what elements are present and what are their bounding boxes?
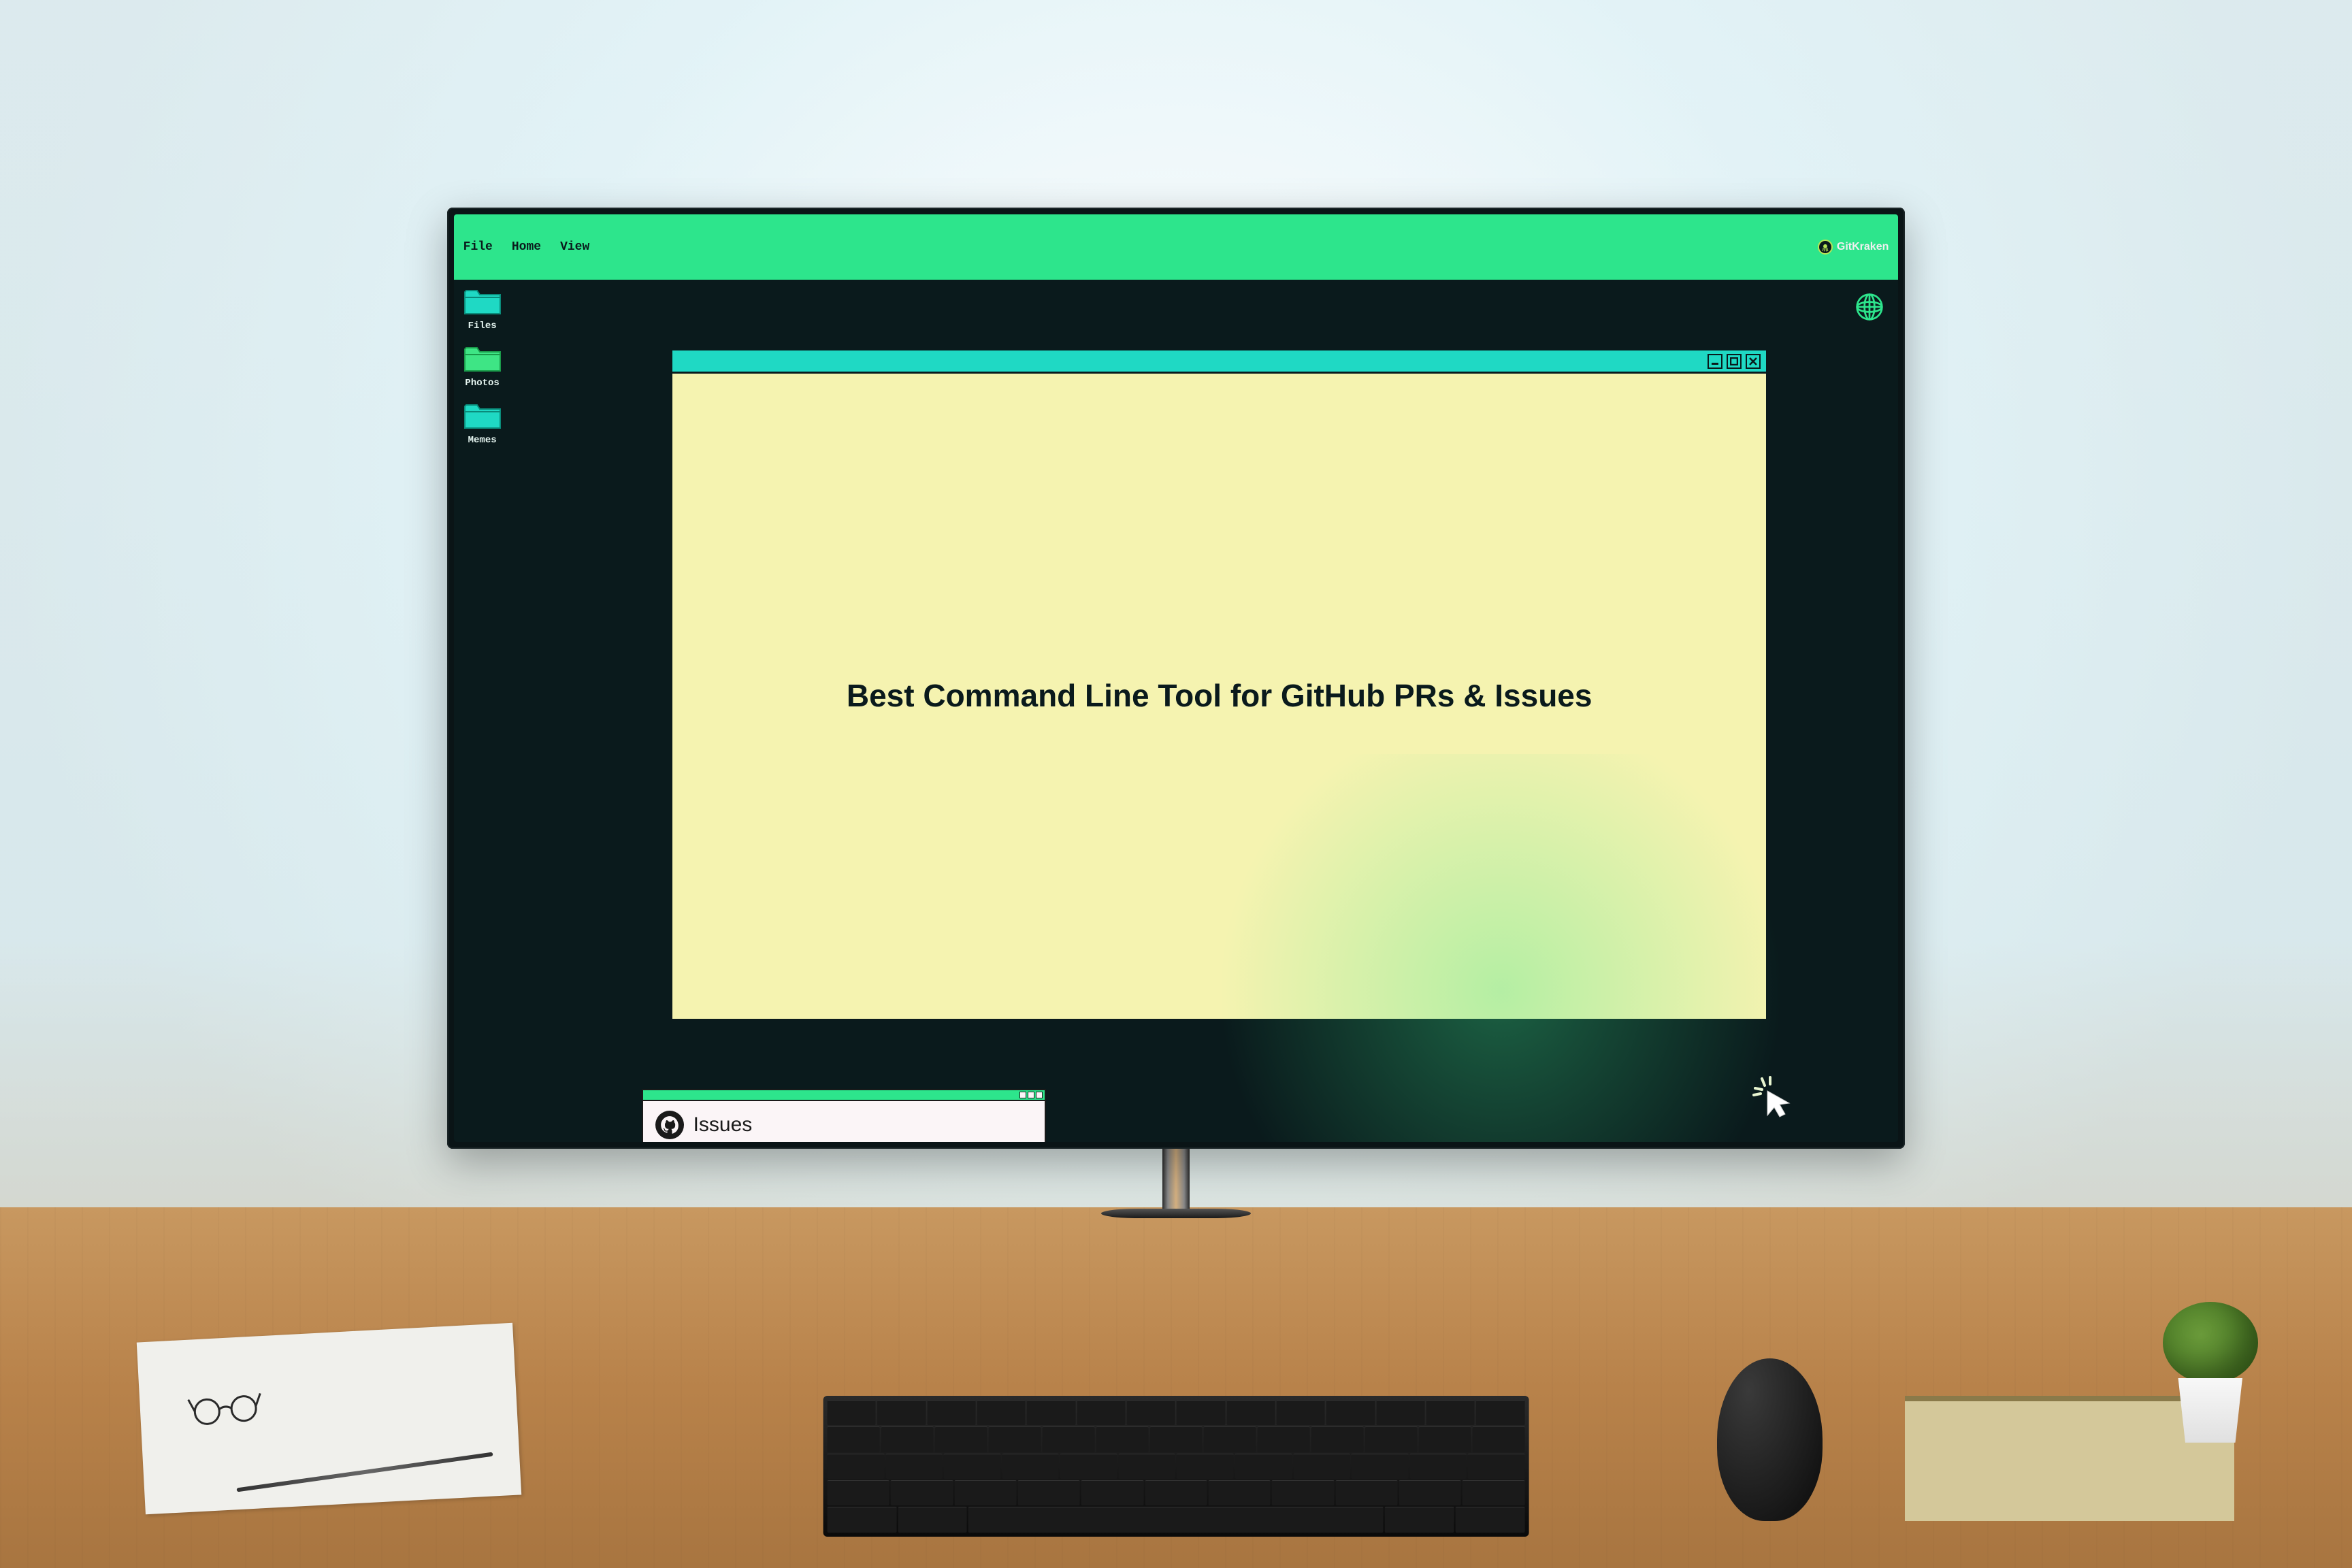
folder-label: Memes [468,435,497,446]
mouse [1717,1358,1823,1521]
folder-files[interactable]: Files [463,287,502,331]
issues-titlebar[interactable] [643,1090,1045,1101]
issues-label: Issues [693,1113,753,1137]
mini-close-icon[interactable] [1036,1092,1043,1098]
monitor-stand-base [1101,1209,1251,1218]
desktop-folders: Files Photos Memes [463,287,502,446]
mini-minimize-icon[interactable] [1019,1092,1026,1098]
brand-badge: GitKraken [1818,240,1889,255]
folder-label: Files [468,321,497,331]
folder-icon [463,344,502,374]
menu-file[interactable]: File [463,240,493,254]
folder-icon [463,401,502,431]
screen: File Home View GitKraken [454,214,1899,1141]
eyeglasses [186,1386,264,1430]
desktop-area: Files Photos Memes [454,280,1899,1142]
issues-window: Issues [642,1089,1046,1141]
monitor: File Home View GitKraken [447,208,1906,1148]
window-body: Best Command Line Tool for GitHub PRs & … [672,374,1766,1019]
folder-label: Photos [465,378,499,389]
headline-text: Best Command Line Tool for GitHub PRs & … [847,676,1592,716]
main-window: Best Command Line Tool for GitHub PRs & … [670,348,1768,1021]
mini-maximize-icon[interactable] [1028,1092,1034,1098]
keyboard [823,1396,1529,1537]
cursor-click-icon [1750,1073,1797,1124]
github-icon [655,1111,684,1139]
folder-memes[interactable]: Memes [463,401,502,446]
maximize-button[interactable] [1727,354,1742,369]
close-button[interactable] [1746,354,1761,369]
brand-label: GitKraken [1837,241,1889,253]
menu-view[interactable]: View [560,240,589,254]
folder-icon [463,287,502,316]
menu-home[interactable]: Home [512,240,541,254]
globe-icon[interactable] [1855,292,1884,325]
window-titlebar[interactable] [672,350,1766,374]
minimize-button[interactable] [1708,354,1722,369]
folder-photos[interactable]: Photos [463,344,502,389]
monitor-stand-neck [1162,1149,1190,1210]
plant [2163,1302,2258,1443]
issues-body: Issues [643,1101,1045,1141]
kraken-logo-icon [1818,240,1833,255]
menubar: File Home View GitKraken [454,214,1899,279]
